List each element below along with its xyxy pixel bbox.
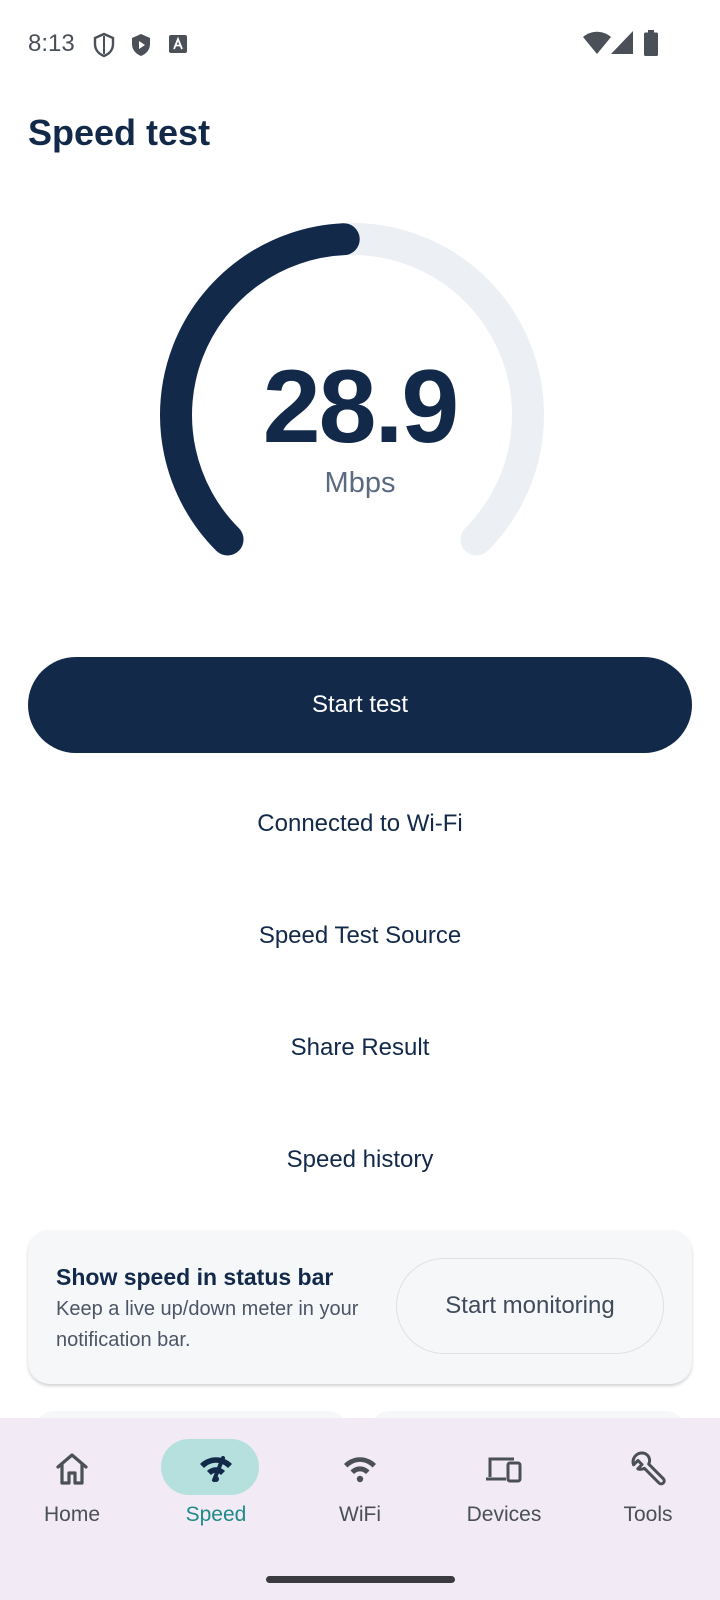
battery-icon [644,30,658,56]
nav-label-wifi: WiFi [339,1503,381,1526]
nav-label-home: Home [43,1503,101,1526]
wrench-icon [631,1451,666,1486]
wifi-signal-icon [583,31,611,54]
speed-gauge: 28.9 Mbps [160,220,560,590]
status-bar: 8:13 [0,0,720,90]
monitor-card-description: Keep a live up/down meter in your notifi… [56,1298,359,1351]
home-icon [56,1453,88,1485]
nav-item-home[interactable]: Home [0,1418,144,1568]
cell-signal-icon [611,31,633,54]
status-time: 8:13 [28,30,75,57]
nav-label-speed: Speed [185,1503,247,1526]
nav-item-tools[interactable]: Tools [576,1418,720,1568]
share-result-link[interactable]: Share Result [0,1034,720,1062]
speed-history-link[interactable]: Speed history [0,1146,720,1174]
shield-play-icon [132,34,150,56]
font-a-icon [169,35,187,53]
nav-label-tools: Tools [623,1503,673,1526]
shield-outline-icon [93,32,115,58]
wifi-icon [344,1457,376,1483]
start-monitoring-button[interactable]: Start monitoring [396,1258,664,1354]
speed-value: 28.9 [262,349,459,465]
speed-unit: Mbps [324,467,396,499]
connected-wifi-link[interactable]: Connected to Wi-Fi [0,810,720,838]
bottom-navigation: Home Speed WiFi Devices Tools [0,1418,720,1600]
speed-test-source-link[interactable]: Speed Test Source [0,922,720,950]
devices-icon [486,1457,522,1483]
nav-item-speed[interactable]: Speed [144,1418,288,1568]
nav-item-wifi[interactable]: WiFi [288,1418,432,1568]
start-test-button[interactable]: Start test [28,657,692,753]
home-indicator[interactable] [266,1576,455,1583]
page-title: Speed test [28,112,211,153]
monitor-card-title: Show speed in status bar [56,1264,334,1290]
nav-label-devices: Devices [466,1503,542,1526]
nav-item-devices[interactable]: Devices [432,1418,576,1568]
speed-wifi-icon [200,1456,232,1482]
status-bar-monitor-card: Show speed in status bar Keep a live up/… [28,1230,692,1384]
